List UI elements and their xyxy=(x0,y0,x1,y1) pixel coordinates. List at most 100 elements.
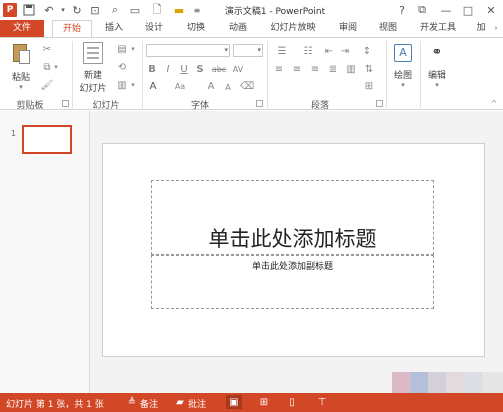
editing-button[interactable]: ⚭ 编辑 ▾ xyxy=(424,44,450,89)
clipboard-dialog-launcher-icon[interactable] xyxy=(62,100,69,107)
tab-design[interactable]: 设计 xyxy=(140,20,168,37)
slide-count-status: 幻灯片 第 1 张，共 1 张 xyxy=(6,400,104,410)
tab-slide-show[interactable]: 幻灯片放映 xyxy=(264,20,322,37)
tab-developer[interactable]: 开发工具 xyxy=(416,20,460,37)
preview-icon[interactable]: ▭ xyxy=(128,3,142,17)
decrease-indent-icon[interactable]: ⇤ xyxy=(322,44,336,58)
tab-view[interactable]: 视图 xyxy=(374,20,402,37)
text-shadow-button[interactable]: S xyxy=(194,62,206,76)
tab-animations[interactable]: 动画 xyxy=(224,20,252,37)
chevron-down-icon: ▾ xyxy=(257,46,261,54)
slide-sorter-view-icon[interactable]: ⊞ xyxy=(256,395,272,409)
new-slide-label-line2: 幻灯片 xyxy=(79,84,107,94)
maximize-button[interactable]: □ xyxy=(460,2,476,18)
justify-icon[interactable]: ≣ xyxy=(326,62,340,76)
strikethrough-button[interactable]: abc xyxy=(210,62,228,76)
minimize-button[interactable]: — xyxy=(438,2,454,18)
tab-file[interactable]: 文件 xyxy=(0,20,44,37)
undo-icon[interactable]: ↶ xyxy=(42,3,56,17)
drawing-label: 绘图 xyxy=(393,71,412,81)
drawing-button[interactable]: A 绘图 ▾ xyxy=(390,44,416,89)
clipboard-group-label: 剪贴板 xyxy=(16,101,44,111)
undo-dropdown-icon[interactable]: ▾ xyxy=(56,3,70,17)
ribbon-separator xyxy=(72,41,73,108)
save-icon[interactable] xyxy=(22,3,36,17)
increase-font-size-icon[interactable]: A xyxy=(204,79,218,93)
normal-view-icon[interactable]: ▣ xyxy=(226,395,242,409)
collapse-ribbon-icon[interactable]: ^ xyxy=(488,98,500,108)
italic-button[interactable]: I xyxy=(162,62,174,76)
subtitle-placeholder-text: 单击此处添加副标题 xyxy=(251,262,333,272)
ribbon-separator xyxy=(420,41,421,108)
format-painter-icon[interactable]: 🖌 xyxy=(40,78,54,92)
new-slide-button[interactable]: 新建 幻灯片 xyxy=(78,42,108,94)
new-document-icon[interactable]: 🗋 xyxy=(150,3,164,17)
paragraph-group-label: 段落 xyxy=(310,101,329,111)
tab-home[interactable]: 开始 xyxy=(52,20,92,38)
tab-insert[interactable]: 插入 xyxy=(100,20,128,37)
character-spacing-button[interactable]: AV xyxy=(230,62,246,76)
slide-canvas: 单击此处添加标题 单击此处添加副标题 xyxy=(102,143,485,357)
bullets-icon[interactable]: ☰ xyxy=(272,44,292,58)
comments-button[interactable]: 批注 xyxy=(188,397,206,410)
slides-group-label: 幻灯片 xyxy=(92,101,120,111)
numbering-icon[interactable]: ☷ xyxy=(298,44,318,58)
ribbon-separator xyxy=(386,41,387,108)
ribbon-display-options-button[interactable]: ⧉ xyxy=(414,2,430,18)
redo-icon[interactable]: ↻ xyxy=(70,3,84,17)
tab-review[interactable]: 审阅 xyxy=(334,20,362,37)
section-dropdown-icon[interactable]: ▾ xyxy=(130,80,136,90)
comments-icon[interactable]: ▰ xyxy=(172,395,188,409)
text-direction-icon[interactable]: ⇅ xyxy=(362,62,376,76)
section-icon[interactable]: ▥ xyxy=(114,78,130,92)
copy-dropdown-icon[interactable]: ▾ xyxy=(52,62,60,72)
layout-icon[interactable]: ▤ xyxy=(114,42,130,56)
reading-view-icon[interactable]: ▯ xyxy=(284,395,300,409)
font-name-select[interactable]: ▾ xyxy=(146,44,230,57)
align-left-icon[interactable]: ≡ xyxy=(272,62,286,76)
drawing-icon: A xyxy=(394,44,412,62)
notes-button[interactable]: 备注 xyxy=(140,397,158,410)
decrease-font-size-icon[interactable]: A xyxy=(222,81,234,93)
help-button[interactable]: ? xyxy=(394,2,410,18)
clear-formatting-icon[interactable]: ⌫ xyxy=(240,79,254,93)
smartart-icon[interactable]: ⊞ xyxy=(362,79,376,93)
font-size-select[interactable]: ▾ xyxy=(233,44,263,57)
increase-indent-icon[interactable]: ⇥ xyxy=(338,44,352,58)
columns-icon[interactable]: ▥ xyxy=(344,62,358,76)
subtitle-placeholder[interactable]: 单击此处添加副标题 xyxy=(151,255,434,309)
underline-button[interactable]: U xyxy=(178,62,190,76)
font-color-icon[interactable]: A xyxy=(146,79,160,93)
tab-addins[interactable]: 加 xyxy=(474,20,488,37)
slide-show-view-icon[interactable]: ⊤ xyxy=(314,395,330,409)
line-spacing-icon[interactable]: ↕ xyxy=(358,44,376,58)
tab-transitions[interactable]: 切换 xyxy=(182,20,210,37)
chevron-down-icon: ▾ xyxy=(224,46,228,54)
align-center-icon[interactable]: ≡ xyxy=(290,62,304,76)
powerpoint-logo-icon[interactable]: P xyxy=(3,3,17,17)
slide-thumbnail[interactable] xyxy=(22,125,72,154)
align-right-icon[interactable]: ≡ xyxy=(308,62,322,76)
reset-icon[interactable]: ⟲ xyxy=(114,60,130,74)
window-title: 演示文稿1 - PowerPoint xyxy=(224,7,326,17)
cut-icon[interactable]: ✂ xyxy=(40,42,54,56)
slide-thumbnail-pane: 1 xyxy=(0,111,90,393)
new-slide-label-line1: 新建 xyxy=(83,71,102,81)
paragraph-dialog-launcher-icon[interactable] xyxy=(376,100,383,107)
change-case-button[interactable]: Aa xyxy=(170,79,190,93)
start-from-beginning-icon[interactable]: ⊡ xyxy=(88,3,102,17)
tabs-scroll-icon[interactable]: › xyxy=(490,20,502,37)
font-group-label: 字体 xyxy=(190,101,209,111)
title-placeholder[interactable]: 单击此处添加标题 xyxy=(151,180,434,255)
status-bar: 幻灯片 第 1 张，共 1 张 ≜ 备注 ▰ 批注 ▣ ⊞ ▯ ⊤ xyxy=(0,393,503,412)
layout-dropdown-icon[interactable]: ▾ xyxy=(130,44,136,54)
notes-icon[interactable]: ≜ xyxy=(124,395,140,409)
binoculars-icon: ⚭ xyxy=(431,45,443,60)
close-button[interactable]: ✕ xyxy=(483,2,499,18)
bold-button[interactable]: B xyxy=(146,62,158,76)
paste-button[interactable]: 粘贴 ▾ xyxy=(6,42,36,91)
title-bar: P ↶ ▾ ↻ ⊡ ⌕ ▭ 🗋 ▬ ≡ 演示文稿1 - PowerPoint ?… xyxy=(0,0,503,20)
print-preview-icon[interactable]: ⌕ xyxy=(108,3,122,17)
font-dialog-launcher-icon[interactable] xyxy=(256,100,263,107)
open-folder-icon[interactable]: ▬ xyxy=(172,3,186,17)
